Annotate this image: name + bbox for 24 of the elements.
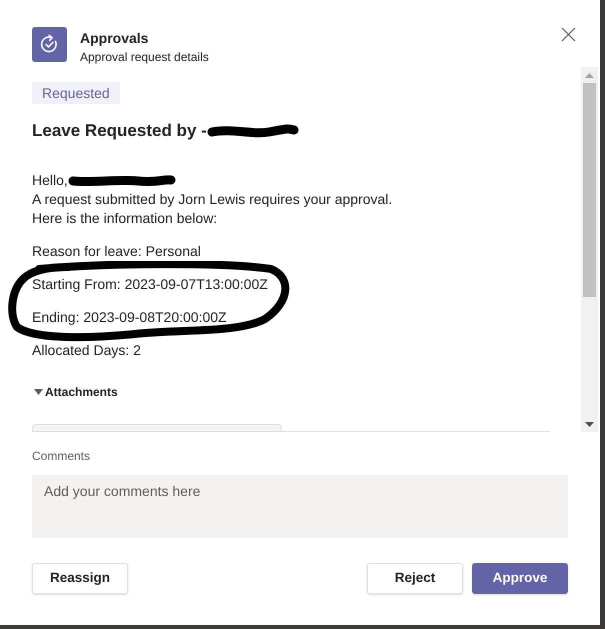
close-button[interactable] (561, 27, 576, 42)
attachments-toggle[interactable]: Attachments (34, 384, 118, 400)
greeting-text: A request submitted by Jorn Lewis requires your approval. (32, 190, 392, 209)
scroll-up-icon[interactable] (585, 73, 594, 78)
detail-text: Ending: 2023-09-08T20:00:00Z (32, 308, 227, 327)
app-title: Approvals (80, 29, 148, 47)
scroll-down-icon[interactable] (585, 422, 594, 427)
scrollbar-thumb[interactable] (583, 83, 596, 297)
request-title: Leave Requested by - (32, 120, 207, 142)
approve-button[interactable]: Approve (472, 563, 568, 594)
detail-text: Starting From: 2023-09-07T13:00:00Z (32, 275, 268, 294)
detail-text: Allocated Days: 2 (32, 341, 141, 360)
app-subtitle: Approval request details (80, 49, 209, 65)
greeting-text: Hello, (32, 171, 68, 190)
comment-field[interactable]: Add your comments here (32, 475, 568, 538)
reassign-button[interactable]: Reassign (32, 563, 128, 594)
comments-label: Comments (32, 448, 90, 464)
scrollbar[interactable] (581, 67, 598, 432)
reject-button[interactable]: Reject (367, 563, 463, 594)
approvals-app-icon (32, 27, 67, 62)
close-icon (561, 27, 576, 42)
greeting-text: Here is the information below: (32, 209, 218, 228)
detail-text: Reason for leave: Personal (32, 242, 201, 261)
status-badge: Requested (32, 82, 120, 104)
